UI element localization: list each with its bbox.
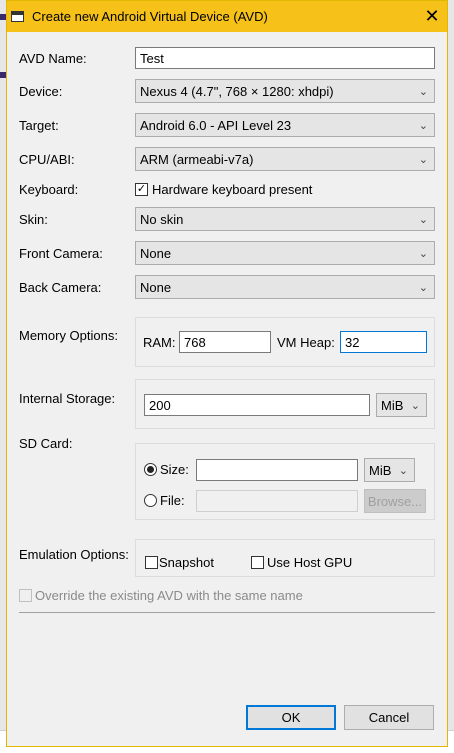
sd-file-input[interactable] [196, 490, 358, 512]
vm-heap-input[interactable] [340, 331, 427, 353]
keyboard-checkbox-label: Hardware keyboard present [152, 182, 313, 197]
internal-storage-group: MiB ⌄ [135, 379, 435, 429]
sd-card-label: SD Card: [19, 436, 73, 451]
skin-select[interactable]: No skin ⌄ [135, 207, 435, 231]
close-button[interactable]: ✕ [417, 1, 447, 32]
chevron-down-icon: ⌄ [418, 247, 428, 260]
internal-storage-unit: MiB [381, 397, 404, 413]
target-select[interactable]: Android 6.0 - API Level 23 ⌄ [135, 113, 435, 137]
override-label: Override the existing AVD with the same … [35, 588, 303, 603]
skin-label: Skin: [19, 212, 48, 227]
host-gpu-label: Use Host GPU [267, 555, 353, 570]
emulation-options-group: Snapshot Use Host GPU [135, 539, 435, 577]
front-camera-value: None [140, 245, 172, 261]
internal-storage-label: Internal Storage: [19, 391, 116, 406]
device-label: Device: [19, 84, 63, 99]
device-select[interactable]: Nexus 4 (4.7", 768 × 1280: xhdpi) ⌄ [135, 79, 435, 103]
vm-heap-label: VM Heap: [277, 335, 335, 350]
chevron-down-icon: ⌄ [418, 153, 428, 166]
cpu-select-value: ARM (armeabi-v7a) [140, 151, 254, 167]
ram-input[interactable] [179, 331, 271, 353]
sd-file-label: File: [160, 493, 185, 508]
keyboard-label: Keyboard: [19, 182, 79, 197]
front-camera-select[interactable]: None ⌄ [135, 241, 435, 265]
override-checkbox[interactable] [19, 589, 32, 602]
emulation-options-label: Emulation Options: [19, 547, 129, 562]
chevron-down-icon: ⌄ [418, 119, 428, 132]
skin-select-value: No skin [140, 211, 184, 227]
ram-label: RAM: [143, 335, 176, 350]
sd-card-group: Size: MiB ⌄ File: Browse... [135, 443, 435, 520]
avd-name-input[interactable] [135, 47, 435, 69]
chevron-down-icon: ⌄ [398, 464, 408, 477]
back-camera-label: Back Camera: [19, 280, 102, 295]
chevron-down-icon: ⌄ [418, 281, 428, 294]
back-camera-select[interactable]: None ⌄ [135, 275, 435, 299]
ok-button[interactable]: OK [246, 705, 336, 730]
memory-options-label: Memory Options: [19, 328, 118, 343]
keyboard-checkbox[interactable]: ✓ [135, 183, 148, 196]
title-bar: Create new Android Virtual Device (AVD) … [7, 1, 447, 32]
cancel-button[interactable]: Cancel [344, 705, 434, 730]
snapshot-label: Snapshot [159, 555, 214, 570]
internal-storage-input[interactable] [144, 394, 370, 416]
chevron-down-icon: ⌄ [418, 213, 428, 226]
window-title: Create new Android Virtual Device (AVD) [32, 9, 268, 24]
avd-dialog: Create new Android Virtual Device (AVD) … [6, 0, 448, 747]
back-camera-value: None [140, 279, 172, 295]
host-gpu-checkbox[interactable] [251, 556, 264, 569]
internal-storage-unit-select[interactable]: MiB ⌄ [376, 393, 427, 417]
sd-file-radio[interactable] [144, 494, 157, 507]
sd-size-radio[interactable] [144, 463, 157, 476]
chevron-down-icon: ⌄ [418, 85, 428, 98]
sd-size-input[interactable] [196, 459, 358, 481]
front-camera-label: Front Camera: [19, 246, 103, 261]
separator [19, 612, 435, 613]
target-select-value: Android 6.0 - API Level 23 [140, 117, 292, 133]
sd-size-unit-select[interactable]: MiB ⌄ [364, 458, 415, 482]
window-icon [11, 11, 24, 22]
avd-name-label: AVD Name: [19, 51, 87, 66]
browse-button[interactable]: Browse... [364, 489, 426, 513]
memory-options-group: RAM: VM Heap: [135, 317, 435, 367]
sd-size-label: Size: [160, 462, 189, 477]
sd-size-unit: MiB [369, 462, 392, 478]
device-select-value: Nexus 4 (4.7", 768 × 1280: xhdpi) [140, 83, 334, 99]
snapshot-checkbox[interactable] [145, 556, 158, 569]
target-label: Target: [19, 118, 59, 133]
cpu-select[interactable]: ARM (armeabi-v7a) ⌄ [135, 147, 435, 171]
cpu-label: CPU/ABI: [19, 152, 75, 167]
chevron-down-icon: ⌄ [410, 399, 420, 412]
